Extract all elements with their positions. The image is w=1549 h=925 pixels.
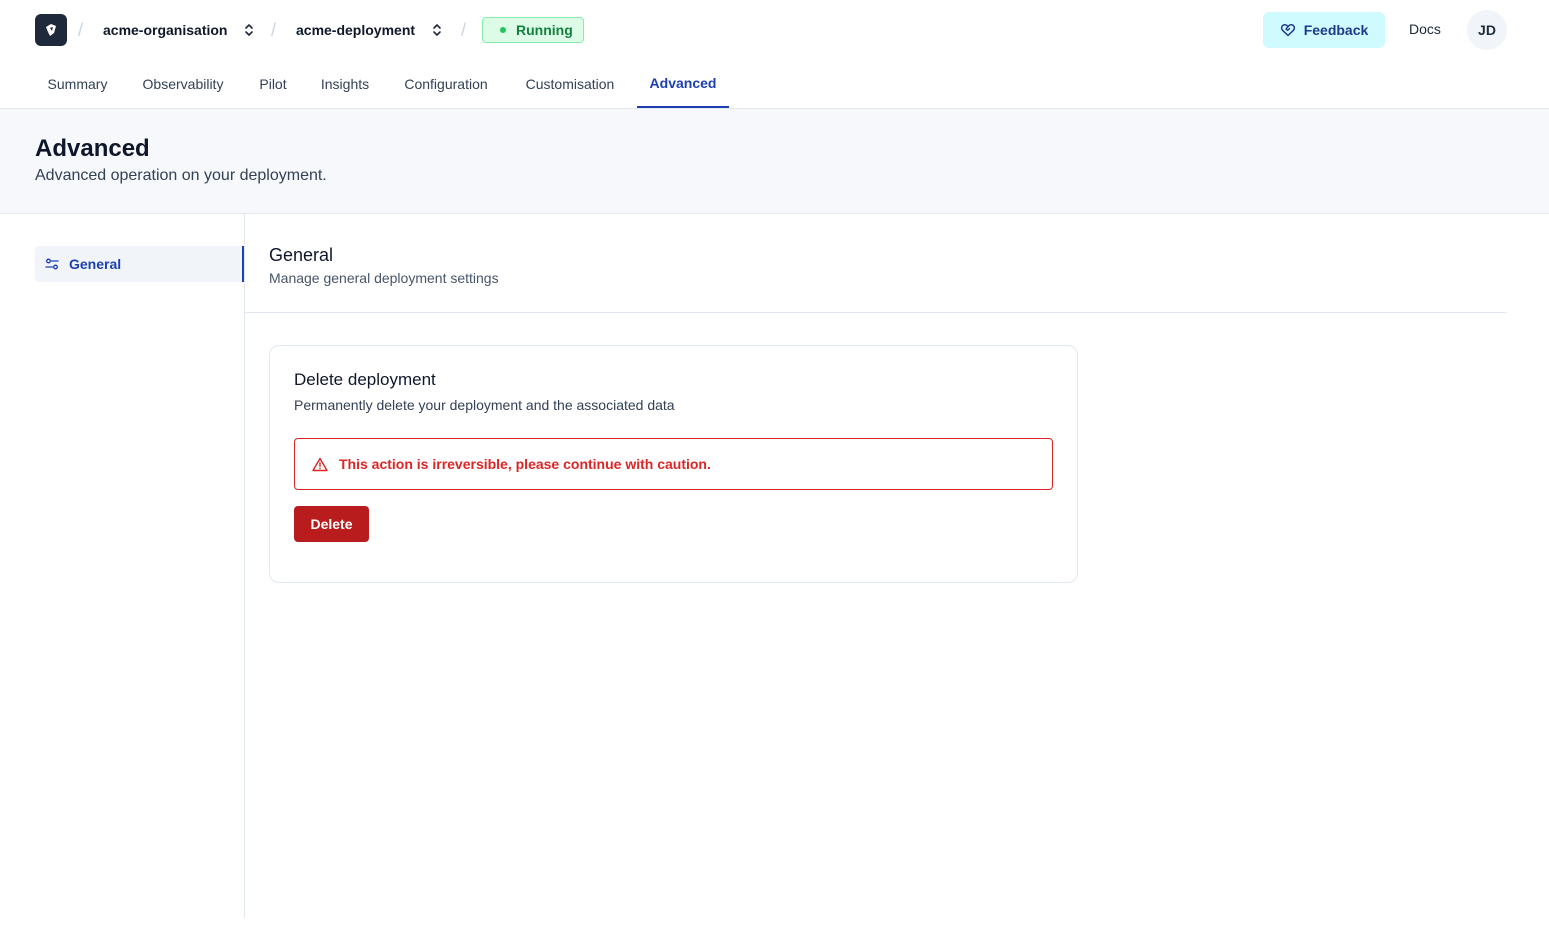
sidenav-item-general[interactable]: General <box>35 246 244 282</box>
docs-link[interactable]: Docs <box>1409 21 1441 37</box>
warning-text: This action is irreversible, please cont… <box>339 456 711 472</box>
sidenav-divider <box>244 214 245 918</box>
section-divider <box>245 312 1507 313</box>
deployment-name: acme-deployment <box>296 22 416 38</box>
feedback-button[interactable]: Feedback <box>1263 12 1385 48</box>
organisation-name: acme-organisation <box>103 22 228 38</box>
tab-summary[interactable]: Summary <box>35 60 120 108</box>
app-logo[interactable] <box>35 14 67 46</box>
section-title: General <box>269 245 334 265</box>
page-title: Advanced <box>35 135 150 162</box>
card-description: Permanently delete your deployment and t… <box>294 397 675 413</box>
tab-pilot[interactable]: Pilot <box>248 60 298 108</box>
page-subtitle: Advanced operation on your deployment. <box>35 167 327 184</box>
breadcrumb-separator: / <box>271 20 277 40</box>
avatar[interactable]: JD <box>1467 10 1507 50</box>
main-tabs: Summary Observability Pilot Insights Con… <box>0 60 1549 109</box>
chevron-up-down-icon <box>431 22 443 38</box>
tab-advanced[interactable]: Advanced <box>637 60 729 108</box>
section-subtitle: Manage general deployment settings <box>269 270 499 286</box>
logo-icon <box>46 24 56 36</box>
settings-sliders-icon <box>45 258 59 270</box>
chevron-up-down-icon <box>243 22 255 38</box>
tab-insights[interactable]: Insights <box>310 60 380 108</box>
organisation-switcher[interactable]: acme-organisation <box>103 19 255 41</box>
feedback-label: Feedback <box>1303 22 1369 38</box>
page-header: Advanced Advanced operation on your depl… <box>0 109 1549 214</box>
top-bar: / acme-organisation / acme-deployment / … <box>0 0 1549 60</box>
delete-button[interactable]: Delete <box>294 506 369 542</box>
tab-observability[interactable]: Observability <box>130 60 236 108</box>
breadcrumb-separator: / <box>461 20 467 40</box>
status-badge: Running <box>482 17 584 43</box>
warning-alert: This action is irreversible, please cont… <box>294 438 1053 490</box>
settings-sidenav: General <box>35 246 244 282</box>
breadcrumb-separator: / <box>78 20 84 40</box>
heart-handshake-icon <box>1280 23 1295 37</box>
warning-triangle-icon <box>312 457 328 471</box>
status-label: Running <box>516 22 573 38</box>
deployment-switcher[interactable]: acme-deployment <box>296 19 443 41</box>
status-dot-icon <box>500 27 506 33</box>
card-title: Delete deployment <box>294 370 436 389</box>
sidenav-item-label: General <box>69 256 122 272</box>
tab-customisation[interactable]: Customisation <box>512 60 628 108</box>
tab-configuration[interactable]: Configuration <box>392 60 500 108</box>
delete-deployment-card: Delete deployment Permanently delete you… <box>269 345 1078 583</box>
